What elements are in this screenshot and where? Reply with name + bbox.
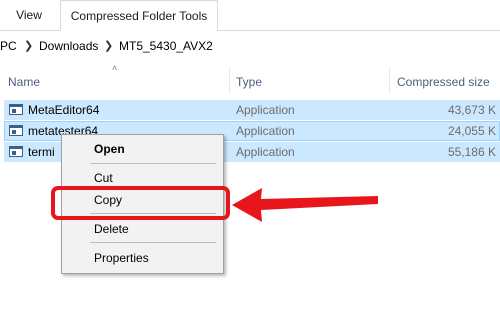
annotation-arrow-icon xyxy=(232,188,378,222)
